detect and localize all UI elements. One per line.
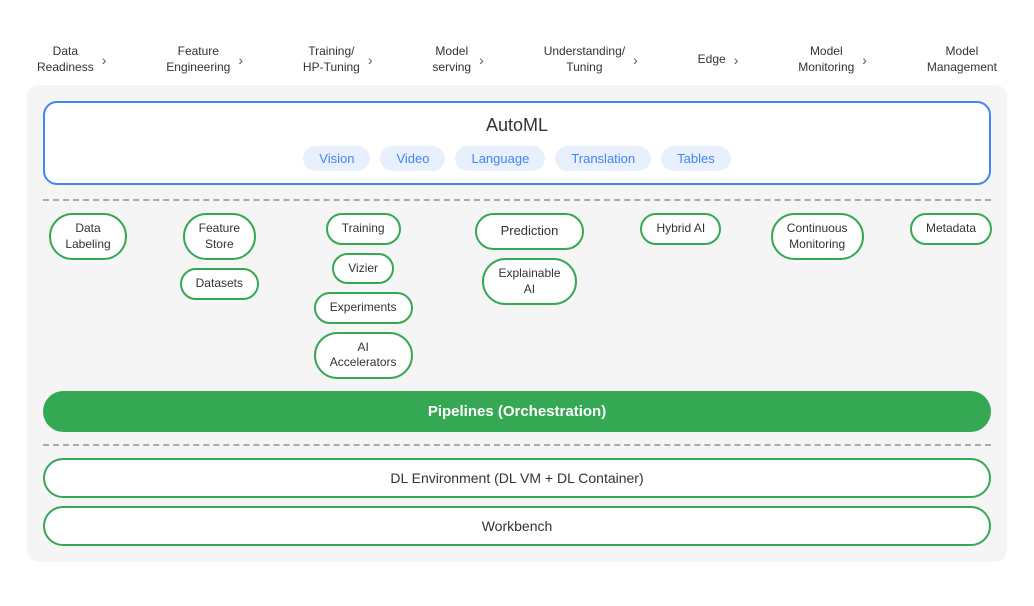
- step-data-readiness: DataReadiness ›: [37, 44, 106, 75]
- diagram-container: DataReadiness › FeatureEngineering › Tra…: [17, 34, 1017, 572]
- automl-pill-translation: Translation: [555, 146, 651, 171]
- automl-title: AutoML: [61, 115, 973, 136]
- pipelines-label: Pipelines (Orchestration): [428, 403, 606, 420]
- step-model-management: ModelManagement: [927, 44, 997, 75]
- pill-workbench: Workbench: [43, 506, 991, 546]
- step-arrow: ›: [238, 52, 243, 68]
- step-label: Training/HP-Tuning: [303, 44, 360, 75]
- step-training: Training/HP-Tuning ›: [303, 44, 373, 75]
- step-feature-engineering: FeatureEngineering ›: [166, 44, 243, 75]
- step-label: Understanding/Tuning: [544, 44, 625, 75]
- dashed-divider-top: [43, 199, 991, 201]
- pill-dl-environment: DL Environment (DL VM + DL Container): [43, 458, 991, 498]
- step-arrow: ›: [734, 52, 739, 68]
- col-hybrid-ai: Hybrid AI: [638, 213, 723, 245]
- main-box: AutoML Vision Video Language Translation…: [27, 85, 1007, 562]
- automl-section: AutoML Vision Video Language Translation…: [43, 101, 991, 185]
- automl-pill-tables: Tables: [661, 146, 731, 171]
- automl-pills: Vision Video Language Translation Tables: [61, 146, 973, 171]
- col-feature-store: FeatureStore Datasets: [172, 213, 267, 300]
- pill-prediction: Prediction: [475, 213, 585, 250]
- pill-datasets: Datasets: [180, 268, 259, 300]
- pill-data-labeling: DataLabeling: [49, 213, 126, 260]
- step-label: ModelManagement: [927, 44, 997, 75]
- step-edge: Edge ›: [698, 52, 739, 68]
- bottom-section: DL Environment (DL VM + DL Container) Wo…: [43, 458, 991, 546]
- step-arrow: ›: [862, 52, 867, 68]
- col-prediction: Prediction ExplainableAI: [459, 213, 599, 305]
- pill-hybrid-ai: Hybrid AI: [640, 213, 721, 245]
- step-model-serving: Modelserving ›: [432, 44, 483, 75]
- step-label: ModelMonitoring: [798, 44, 854, 75]
- step-understanding: Understanding/Tuning ›: [544, 44, 638, 75]
- step-model-monitoring: ModelMonitoring ›: [798, 44, 867, 75]
- pill-experiments: Experiments: [314, 292, 413, 324]
- automl-pill-video: Video: [380, 146, 445, 171]
- pill-feature-store: FeatureStore: [183, 213, 256, 260]
- step-arrow: ›: [633, 52, 638, 68]
- pill-explainable-ai: ExplainableAI: [482, 258, 576, 305]
- automl-pill-vision: Vision: [303, 146, 370, 171]
- step-arrow: ›: [479, 52, 484, 68]
- pill-training: Training: [326, 213, 401, 245]
- step-label: Modelserving: [432, 44, 471, 75]
- components-section: DataLabeling FeatureStore Datasets Train…: [43, 213, 991, 379]
- col-metadata: Metadata: [911, 213, 991, 245]
- step-arrow: ›: [368, 52, 373, 68]
- pill-ai-accelerators: AIAccelerators: [314, 332, 413, 379]
- step-label: DataReadiness: [37, 44, 94, 75]
- step-arrow: ›: [102, 52, 107, 68]
- step-label: Edge: [698, 52, 726, 68]
- pipelines-bar: Pipelines (Orchestration): [43, 391, 991, 432]
- col-continuous-monitoring: ContinuousMonitoring: [762, 213, 872, 260]
- col-data-labeling: DataLabeling: [43, 213, 133, 260]
- pipeline-steps: DataReadiness › FeatureEngineering › Tra…: [27, 44, 1007, 75]
- dashed-divider-bottom: [43, 444, 991, 446]
- step-label: FeatureEngineering: [166, 44, 230, 75]
- pill-continuous-monitoring: ContinuousMonitoring: [771, 213, 864, 260]
- pill-metadata: Metadata: [910, 213, 992, 245]
- pill-vizier: Vizier: [332, 253, 394, 285]
- automl-pill-language: Language: [455, 146, 545, 171]
- col-training: Training Vizier Experiments AIAccelerato…: [306, 213, 421, 379]
